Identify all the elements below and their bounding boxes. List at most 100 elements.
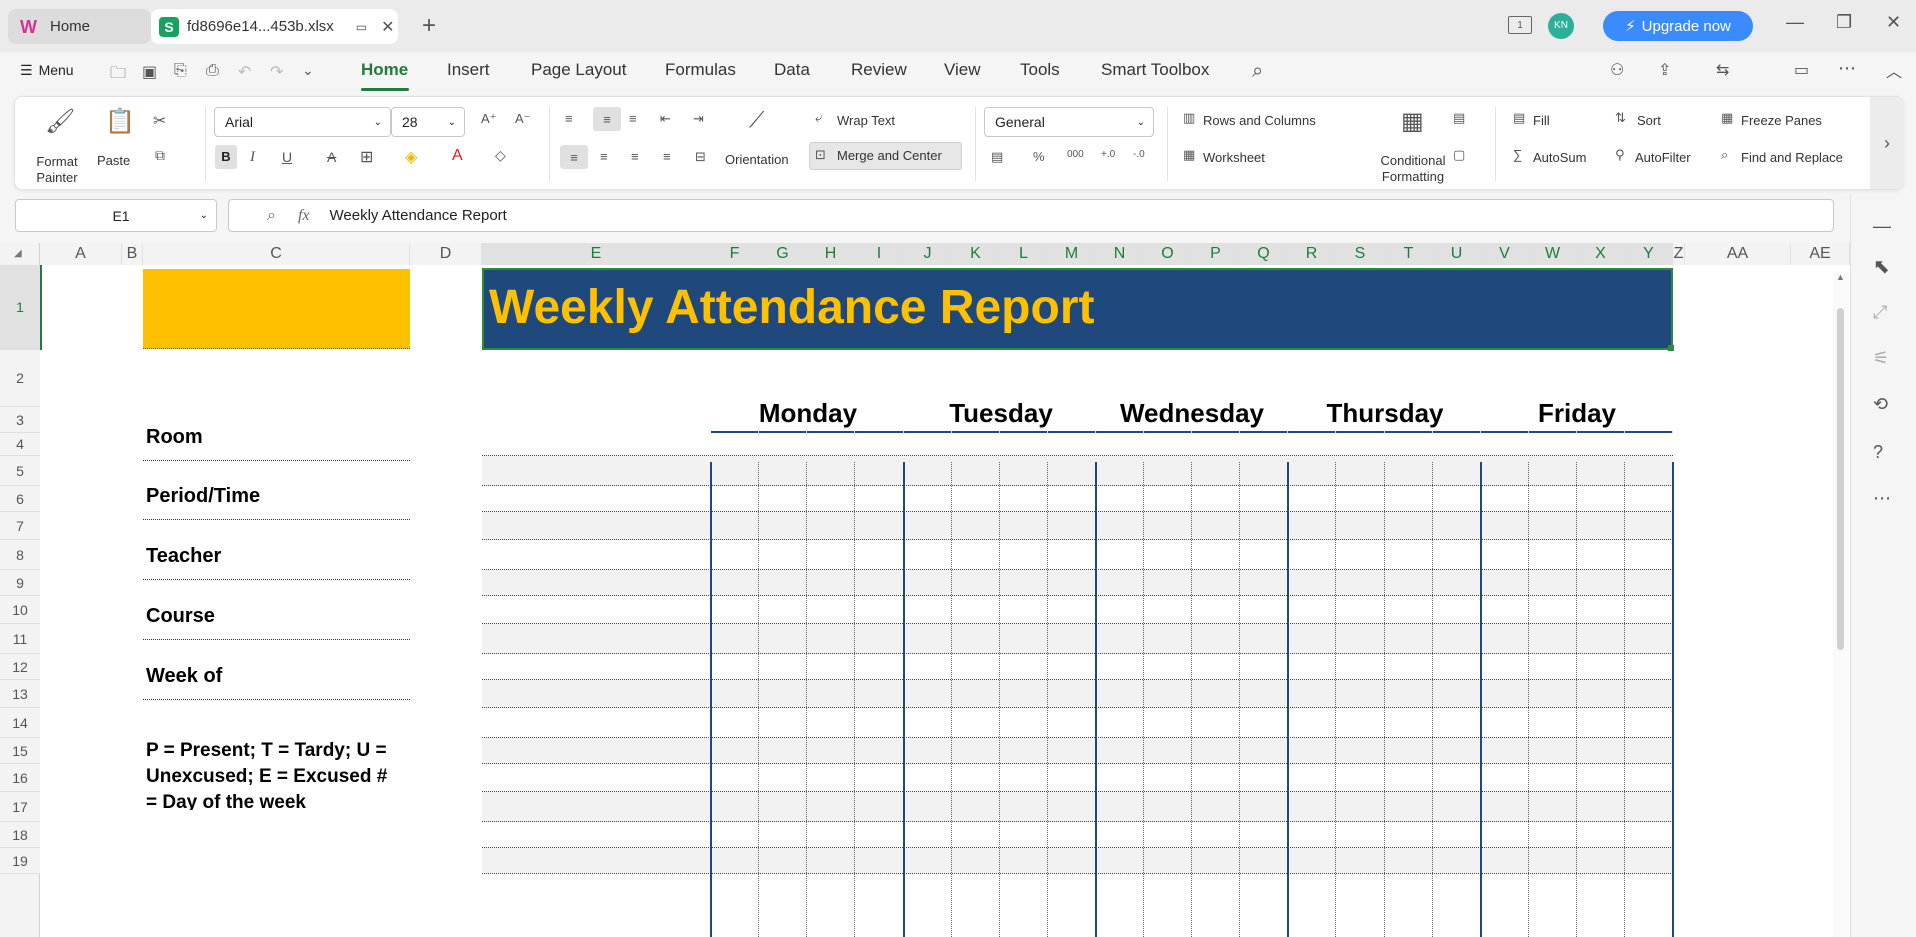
- settings-sliders-icon[interactable]: ⚟: [1873, 348, 1889, 369]
- column-header-aa[interactable]: AA: [1685, 243, 1791, 265]
- align-left-icon[interactable]: ≡: [560, 145, 588, 169]
- font-family-select[interactable]: Arial ⌄: [214, 107, 391, 137]
- minus-icon[interactable]: —: [1873, 216, 1891, 237]
- fill-icon[interactable]: ▤: [1513, 110, 1525, 126]
- row-header-10[interactable]: 10: [0, 596, 40, 624]
- column-header-i[interactable]: I: [855, 243, 904, 265]
- worksheet-grid[interactable]: ◢ A B C D E F G H I J K L M N O P Q R S T U V W X Y Z AA AE 1234567…: [0, 243, 1850, 937]
- tab-smart-toolbox[interactable]: Smart Toolbox: [1101, 60, 1209, 80]
- row-header-1[interactable]: 1: [0, 265, 40, 350]
- decrease-font-icon[interactable]: A⁻: [515, 111, 531, 127]
- column-header-v[interactable]: V: [1481, 243, 1529, 265]
- strikethrough-button[interactable]: A: [327, 149, 336, 165]
- row-header-19[interactable]: 19: [0, 848, 40, 874]
- monitor-icon[interactable]: ▭: [356, 20, 367, 34]
- column-header-l[interactable]: L: [1000, 243, 1048, 265]
- justify-icon[interactable]: ≡: [663, 149, 671, 164]
- tab-insert[interactable]: Insert: [447, 60, 490, 80]
- format-painter-icon[interactable]: 🖌: [45, 107, 75, 136]
- column-header-m[interactable]: M: [1048, 243, 1096, 265]
- transform-icon[interactable]: ⤢: [1873, 302, 1887, 323]
- ribbon-scroll-right-icon[interactable]: ›: [1870, 97, 1904, 189]
- row-header-11[interactable]: 11: [0, 624, 40, 654]
- column-header-f[interactable]: F: [711, 243, 759, 265]
- table-row[interactable]: [482, 433, 1673, 456]
- worksheet-icon[interactable]: ▦: [1183, 147, 1195, 163]
- copy-icon[interactable]: ⧉: [155, 147, 165, 164]
- column-header-h[interactable]: H: [807, 243, 855, 265]
- row-header-18[interactable]: 18: [0, 822, 40, 848]
- vertical-scrollbar[interactable]: ▲: [1833, 272, 1848, 937]
- conditional-formatting-icon[interactable]: ▦: [1401, 107, 1424, 136]
- redo-icon[interactable]: ↷: [270, 62, 283, 82]
- increase-font-icon[interactable]: A⁺: [481, 111, 497, 127]
- autofilter-button[interactable]: AutoFilter: [1635, 150, 1691, 165]
- table-row[interactable]: [482, 822, 1673, 848]
- table-row[interactable]: [482, 596, 1673, 624]
- wrap-text-icon[interactable]: ⤶: [815, 110, 822, 126]
- scroll-up-icon[interactable]: ▲: [1836, 272, 1845, 282]
- table-row[interactable]: [482, 456, 1673, 486]
- more-panel-icon[interactable]: ⋯: [1873, 488, 1891, 509]
- formula-input[interactable]: ⌕ fx Weekly Attendance Report: [228, 199, 1834, 232]
- percent-icon[interactable]: %: [1033, 149, 1045, 164]
- column-header-q[interactable]: Q: [1240, 243, 1288, 265]
- table-row[interactable]: [482, 486, 1673, 512]
- print-icon[interactable]: ⎙: [206, 62, 219, 80]
- column-header-k[interactable]: K: [952, 243, 1000, 265]
- increase-decimal-icon[interactable]: +.0: [1101, 149, 1115, 160]
- name-box[interactable]: E1 ⌄: [15, 199, 217, 232]
- conditional-formatting-button[interactable]: Conditional Formatting: [1365, 153, 1461, 185]
- table-row[interactable]: [482, 848, 1673, 874]
- autofilter-icon[interactable]: ⚲: [1615, 147, 1625, 163]
- table-row[interactable]: [482, 512, 1673, 540]
- number-format-select[interactable]: General ⌄: [984, 107, 1154, 137]
- clear-format-icon[interactable]: ◇: [495, 147, 506, 164]
- upgrade-button[interactable]: ⚡ Upgrade now: [1603, 11, 1753, 41]
- column-header-e[interactable]: E: [482, 243, 711, 265]
- table-row[interactable]: [482, 764, 1673, 792]
- row-header-12[interactable]: 12: [0, 654, 40, 680]
- row-header-7[interactable]: 7: [0, 512, 40, 540]
- table-row[interactable]: [482, 624, 1673, 654]
- column-header-c[interactable]: C: [143, 243, 410, 265]
- rows-columns-button[interactable]: Rows and Columns: [1203, 113, 1316, 128]
- worksheet-button[interactable]: Worksheet: [1203, 150, 1265, 165]
- cell-style-icon[interactable]: ▤: [1453, 110, 1465, 126]
- table-row[interactable]: [482, 738, 1673, 764]
- rows-columns-icon[interactable]: ▥: [1183, 110, 1195, 126]
- align-top-icon[interactable]: ≡: [565, 111, 573, 126]
- row-header-3[interactable]: 3: [0, 407, 40, 433]
- select-all-icon[interactable]: ◢: [14, 248, 22, 259]
- restore-icon[interactable]: ❐: [1836, 12, 1852, 33]
- tab-review[interactable]: Review: [851, 60, 907, 80]
- share-icon[interactable]: ⇪: [1658, 60, 1671, 80]
- sort-icon[interactable]: ⇅: [1615, 110, 1626, 126]
- orientation-icon[interactable]: ⟋: [749, 107, 764, 133]
- table-row[interactable]: [482, 792, 1673, 822]
- italic-button[interactable]: I: [250, 149, 255, 166]
- table-row[interactable]: [482, 570, 1673, 596]
- thousands-icon[interactable]: 000: [1067, 149, 1084, 160]
- tab-formulas[interactable]: Formulas: [665, 60, 736, 80]
- fill-handle[interactable]: [1668, 345, 1674, 351]
- column-header-n[interactable]: N: [1096, 243, 1144, 265]
- column-header-t[interactable]: T: [1385, 243, 1433, 265]
- table-row[interactable]: [482, 708, 1673, 738]
- menu-button[interactable]: ☰ Menu: [20, 62, 74, 79]
- help-icon[interactable]: ?: [1873, 442, 1883, 463]
- row-header-4[interactable]: 4: [0, 433, 40, 456]
- font-color-icon[interactable]: A: [452, 147, 463, 165]
- row-header-6[interactable]: 6: [0, 486, 40, 512]
- more-quick-icon[interactable]: ⌄: [302, 62, 314, 79]
- search-icon[interactable]: ⌕: [1252, 60, 1263, 83]
- freeze-panes-button[interactable]: Freeze Panes: [1741, 113, 1822, 128]
- column-header-x[interactable]: X: [1577, 243, 1625, 265]
- panel-icon[interactable]: 1: [1508, 16, 1532, 34]
- sort-button[interactable]: Sort: [1637, 113, 1661, 128]
- align-center-icon[interactable]: ≡: [600, 149, 608, 164]
- format-painter-button[interactable]: Format Painter: [25, 154, 89, 186]
- column-header-j[interactable]: J: [904, 243, 952, 265]
- fill-button[interactable]: Fill: [1533, 113, 1550, 128]
- avatar[interactable]: KN: [1548, 13, 1574, 39]
